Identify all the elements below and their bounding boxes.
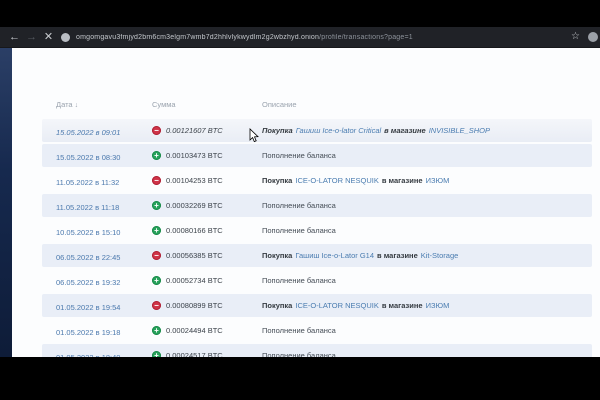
site-identity-icon[interactable] (61, 33, 70, 42)
plus-icon: + (152, 201, 161, 210)
minus-icon: − (152, 176, 161, 185)
header-description-label: Описание (262, 100, 297, 109)
transaction-description: Пополнение баланса (262, 326, 592, 335)
plus-icon: + (152, 326, 161, 335)
profile-icon[interactable] (588, 32, 598, 42)
store-link[interactable]: INVISIBLE_SHOP (429, 126, 490, 135)
table-row: 01.05.2022 в 19:18 + 0.00024494 BTC Попо… (42, 319, 592, 342)
product-link[interactable]: ICE-O-LATOR NESQUIK (295, 176, 379, 185)
transaction-date: 01.05.2022 в 19:18 (56, 328, 120, 337)
transaction-date: 11.05.2022 в 11:32 (56, 178, 119, 187)
table-header: Дата↓ Сумма Описание (42, 96, 592, 112)
table-row: 11.05.2022 в 11:32 − 0.00104253 BTC Поку… (42, 169, 592, 192)
product-link[interactable]: ICE-O-LATOR NESQUIK (295, 301, 379, 310)
transaction-amount: 0.00024494 BTC (166, 326, 223, 335)
header-description: Описание (262, 100, 592, 109)
desktop-edge-strip (0, 48, 12, 357)
bookmark-star-icon[interactable]: ☆ (571, 32, 580, 42)
product-link[interactable]: Гашиш Ice-o-lator Critical (296, 126, 381, 135)
deposit-label: Пополнение баланса (262, 276, 336, 285)
transaction-date: 06.05.2022 в 22:45 (56, 253, 120, 262)
in-store-label: в магазине (382, 176, 423, 185)
address-bar[interactable]: omgomgavu3fmjyd2bm6cm3elgm7wmb7d2hhlvlyk… (76, 34, 563, 41)
transaction-date: 01.05.2022 в 19:54 (56, 303, 120, 312)
deposit-label: Пополнение баланса (262, 326, 336, 335)
transaction-date: 15.05.2022 в 09:01 (56, 128, 120, 137)
plus-icon: + (152, 226, 161, 235)
header-amount-label: Сумма (152, 100, 176, 109)
purchase-label: Покупка (262, 251, 292, 260)
transaction-description: Пополнение баланса (262, 201, 592, 210)
transaction-amount: 0.00056385 BTC (166, 251, 223, 260)
transaction-description: ПокупкаICE-O-LATOR NESQUIKв магазинеИЗЮМ (262, 176, 592, 185)
minus-icon: − (152, 251, 161, 260)
transaction-description: ПокупкаГашиш Ice-o-lator Criticalв магаз… (262, 126, 592, 135)
video-frame: ← → ✕ omgomgavu3fmjyd2bm6cm3elgm7wmb7d2h… (0, 0, 600, 400)
back-icon[interactable]: ← (6, 32, 23, 43)
transaction-date: 10.05.2022 в 15:10 (56, 228, 120, 237)
minus-icon: − (152, 301, 161, 310)
transaction-amount: 0.00103473 BTC (166, 151, 223, 160)
table-row: 01.05.2022 в 19:54 − 0.00080899 BTC Поку… (42, 294, 592, 317)
in-store-label: в магазине (384, 126, 426, 135)
product-link[interactable]: Гашиш Ice-o-Lator G14 (295, 251, 374, 260)
table-row: 06.05.2022 в 19:32 + 0.00052734 BTC Попо… (42, 269, 592, 292)
mouse-cursor (249, 128, 261, 144)
sort-desc-icon: ↓ (75, 102, 79, 109)
header-date-label: Дата (56, 100, 73, 109)
minus-icon: − (152, 126, 161, 135)
table-row: 10.05.2022 в 15:10 + 0.00080166 BTC Попо… (42, 219, 592, 242)
stop-icon[interactable]: ✕ (40, 32, 57, 43)
url-path: /profile/transactions?page=1 (319, 34, 413, 41)
table-row: 15.05.2022 в 08:30 + 0.00103473 BTC Попо… (42, 144, 592, 167)
deposit-label: Пополнение баланса (262, 151, 336, 160)
transaction-amount: 0.00052734 BTC (166, 276, 223, 285)
letterbox-bottom (0, 357, 600, 400)
browser-toolbar: ← → ✕ omgomgavu3fmjyd2bm6cm3elgm7wmb7d2h… (0, 27, 600, 48)
forward-icon[interactable]: → (23, 32, 40, 43)
plus-icon: + (152, 151, 161, 160)
in-store-label: в магазине (377, 251, 418, 260)
store-link[interactable]: ИЗЮМ (426, 176, 450, 185)
store-link[interactable]: ИЗЮМ (426, 301, 450, 310)
toolbar-right: ☆ (571, 32, 594, 42)
header-date[interactable]: Дата↓ (42, 100, 152, 109)
transaction-amount: 0.00080899 BTC (166, 301, 223, 310)
transaction-description: Пополнение баланса (262, 151, 592, 160)
purchase-label: Покупка (262, 176, 292, 185)
transaction-date: 11.05.2022 в 11:18 (56, 203, 119, 212)
table-row: 01.05.2022 в 18:40 + 0.00024517 BTC Попо… (42, 344, 592, 357)
store-link[interactable]: Kit-Storage (421, 251, 459, 260)
transactions-page: Дата↓ Сумма Описание 15.05.2022 в 09:01 … (12, 48, 600, 357)
transactions-list: 15.05.2022 в 09:01 − 0.00121607 BTC Поку… (12, 119, 600, 357)
letterbox-top (0, 0, 600, 27)
transaction-description: ПокупкаICE-O-LATOR NESQUIKв магазинеИЗЮМ (262, 301, 592, 310)
in-store-label: в магазине (382, 301, 423, 310)
plus-icon: + (152, 276, 161, 285)
deposit-label: Пополнение баланса (262, 226, 336, 235)
transaction-amount: 0.00080166 BTC (166, 226, 223, 235)
transaction-amount: 0.00032269 BTC (166, 201, 223, 210)
table-row: 11.05.2022 в 11:18 + 0.00032269 BTC Попо… (42, 194, 592, 217)
header-amount: Сумма (152, 100, 262, 109)
transaction-date: 15.05.2022 в 08:30 (56, 153, 120, 162)
transaction-description: Пополнение баланса (262, 226, 592, 235)
transaction-description: Пополнение баланса (262, 276, 592, 285)
transaction-amount: 0.00121607 BTC (166, 126, 223, 135)
purchase-label: Покупка (262, 301, 292, 310)
table-row: 06.05.2022 в 22:45 − 0.00056385 BTC Поку… (42, 244, 592, 267)
table-row: 15.05.2022 в 09:01 − 0.00121607 BTC Поку… (42, 119, 592, 142)
url-host: omgomgavu3fmjyd2bm6cm3elgm7wmb7d2hhlvlyk… (76, 34, 319, 41)
transaction-date: 06.05.2022 в 19:32 (56, 278, 120, 287)
transaction-amount: 0.00104253 BTC (166, 176, 223, 185)
deposit-label: Пополнение баланса (262, 201, 336, 210)
transaction-description: ПокупкаГашиш Ice-o-Lator G14в магазинеKi… (262, 251, 592, 260)
purchase-label: Покупка (262, 126, 293, 135)
